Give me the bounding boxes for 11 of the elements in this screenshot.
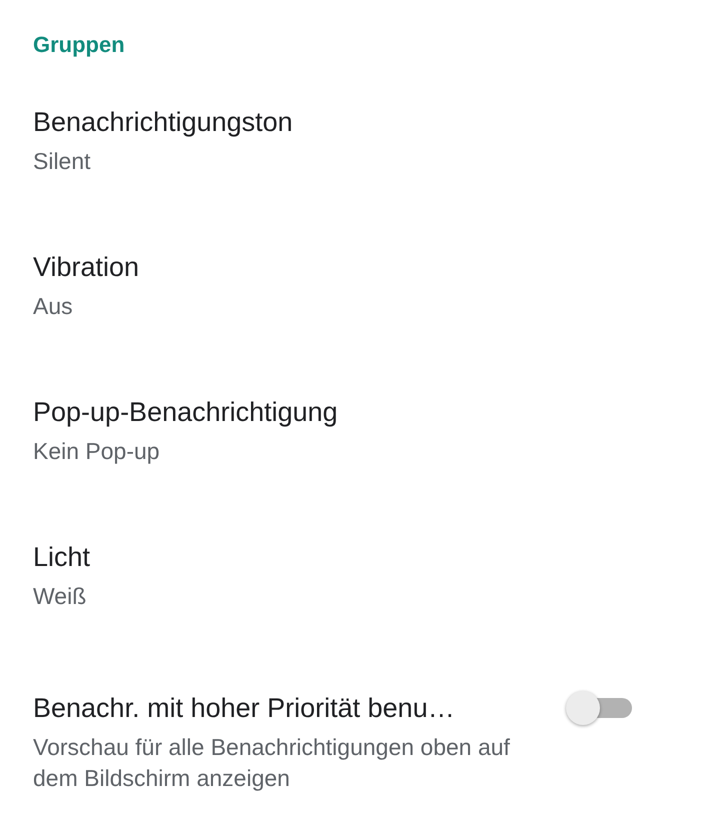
setting-title[interactable]: Benachr. mit hoher Priorität benu… (33, 690, 455, 726)
setting-title[interactable]: Licht (33, 539, 90, 575)
section-header: Gruppen (33, 31, 125, 59)
setting-title[interactable]: Vibration (33, 249, 140, 285)
setting-value: Vorschau für alle Benachrichtigungen oben auf dem Bildschirm anzeigen (33, 733, 511, 793)
setting-value: Kein Pop-up (33, 437, 161, 466)
setting-title[interactable]: Benachrichtigungston (33, 104, 293, 140)
setting-value: Silent (33, 147, 92, 176)
setting-value: Aus (33, 292, 74, 321)
setting-title[interactable]: Pop-up-Benachrichtigung (33, 394, 338, 430)
setting-value: Weiß (33, 582, 88, 611)
